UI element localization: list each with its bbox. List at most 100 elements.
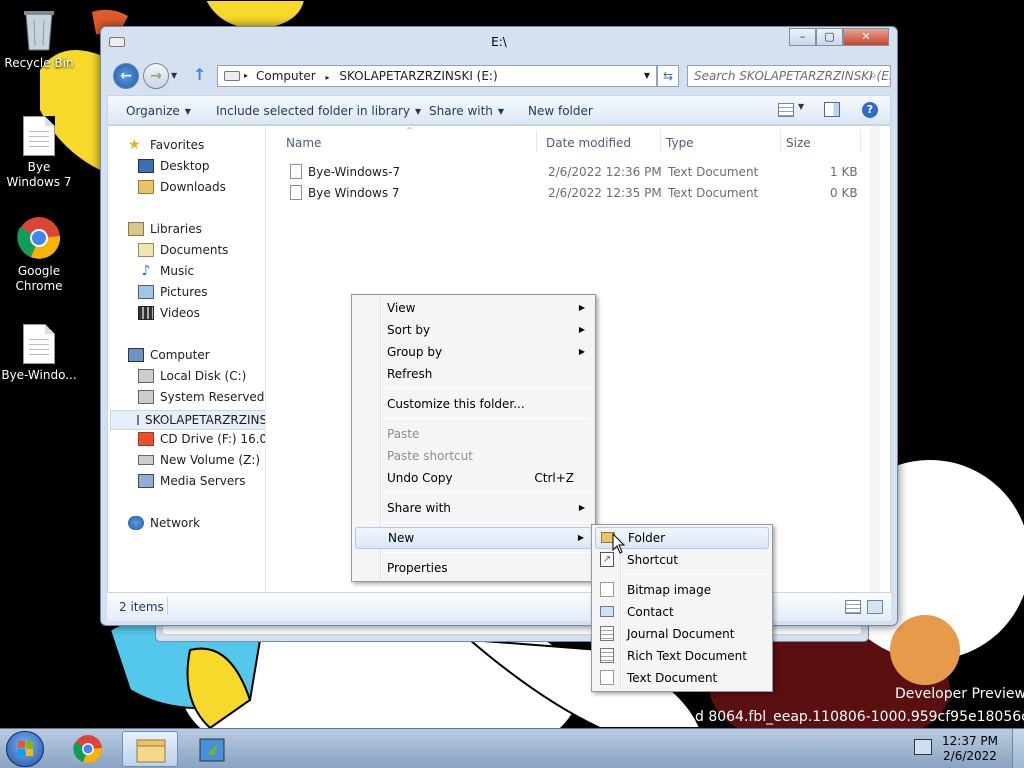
desktop-icon-recycle-bin[interactable]: Recycle Bin [0, 8, 78, 71]
menu-label: New [388, 531, 415, 545]
breadcrumb-drive[interactable]: SKOLAPETARZRZINSKI (E:) [339, 69, 497, 83]
minimize-button[interactable]: – [789, 28, 816, 46]
menu-item-refresh[interactable]: Refresh [355, 363, 592, 385]
file-size: 1 KB [830, 165, 858, 179]
menu-item-paste-shortcut[interactable]: Paste shortcut [355, 445, 592, 467]
menu-item-share-with[interactable]: Share with ▶ [355, 497, 592, 519]
removable-drive-icon [137, 415, 139, 425]
nav-label: Downloads [160, 180, 226, 194]
menu-item-new[interactable]: New ▶ [355, 527, 592, 549]
nav-libraries[interactable]: Libraries [128, 222, 202, 236]
include-label: Include selected folder in library [216, 104, 410, 118]
submenu-item-contact[interactable]: Contact [595, 601, 769, 623]
file-date: 2/6/2022 12:35 PM [548, 186, 662, 200]
breadcrumb-separator-icon[interactable]: ▸ [325, 73, 329, 82]
details-view-icon[interactable] [845, 600, 861, 614]
nav-documents[interactable]: Documents [138, 243, 228, 257]
breadcrumb-separator-icon[interactable]: ▸ [244, 66, 248, 86]
close-button[interactable]: ✕ [843, 28, 889, 46]
start-button[interactable] [6, 731, 44, 767]
include-in-library-button[interactable]: Include selected folder in library ▼ [216, 104, 421, 118]
column-header-name[interactable]: Name [286, 136, 321, 150]
share-with-button[interactable]: Share with ▼ [429, 104, 504, 118]
menu-item-undo-copy[interactable]: Undo Copy Ctrl+Z [355, 467, 592, 489]
media-server-icon [138, 474, 154, 488]
maximize-button[interactable]: ▢ [816, 28, 843, 46]
column-header-date[interactable]: Date modified [546, 136, 631, 150]
file-date: 2/6/2022 12:36 PM [548, 165, 662, 179]
preview-pane-icon[interactable] [824, 102, 840, 117]
file-row[interactable]: Bye-Windows-7 2/6/2022 12:36 PM Text Doc… [286, 162, 866, 182]
nav-pictures[interactable]: Pictures [138, 285, 208, 299]
forward-arrow-icon[interactable]: → [143, 63, 169, 89]
nav-music[interactable]: ♪ Music [138, 264, 195, 278]
nav-favorites[interactable]: ★ Favorites [128, 138, 204, 152]
office-disc-icon [138, 432, 154, 446]
nav-new-volume[interactable]: New Volume (Z:) [138, 453, 260, 467]
submenu-item-bitmap[interactable]: Bitmap image [595, 579, 769, 601]
menu-item-paste[interactable]: Paste [355, 423, 592, 445]
address-bar[interactable]: ▸ Computer ▸ SKOLAPETARZRZINSKI (E:) ▼ [217, 65, 657, 87]
nav-system-reserved[interactable]: System Reserved (D: [138, 390, 265, 404]
libraries-icon [128, 222, 144, 236]
nav-desktop[interactable]: Desktop [138, 159, 210, 173]
menu-label: Text Document [627, 671, 718, 685]
star-icon: ★ [128, 137, 141, 153]
menu-item-sort-by[interactable]: Sort by ▶ [355, 319, 592, 341]
submenu-item-rich-text[interactable]: Rich Text Document [595, 645, 769, 667]
nav-downloads[interactable]: Downloads [138, 180, 226, 194]
network-tray-icon[interactable] [914, 739, 932, 755]
taskbar-app-button[interactable] [184, 731, 240, 767]
submenu-item-text[interactable]: Text Document [595, 667, 769, 689]
title-bar[interactable]: E:\ – ▢ ✕ [101, 27, 897, 57]
large-icons-view-icon[interactable] [867, 600, 883, 614]
file-row[interactable]: Bye Windows 7 2/6/2022 12:35 PM Text Doc… [286, 183, 866, 203]
nav-label: Documents [160, 243, 229, 257]
organize-menu-button[interactable]: Organize ▼ [126, 104, 191, 118]
desktop-icon-google-chrome[interactable]: Google Chrome [0, 216, 78, 294]
nav-skolapetarzrzinski[interactable]: SKOLAPETARZRZINSKI [110, 410, 265, 430]
taskbar-explorer-button[interactable] [122, 731, 178, 767]
show-desktop-button[interactable] [1012, 729, 1024, 768]
sort-ascending-icon: ^ [406, 126, 413, 135]
menu-item-customize[interactable]: Customize this folder... [355, 393, 592, 415]
nav-videos[interactable]: Videos [138, 306, 200, 320]
help-icon[interactable]: ? [862, 102, 878, 118]
column-header-type[interactable]: Type [666, 136, 694, 150]
desktop-icon-bye-windows-doc[interactable]: Bye-Windo... [0, 324, 78, 383]
text-document-icon [290, 185, 302, 200]
nav-local-disk[interactable]: Local Disk (C:) [138, 369, 246, 383]
vertical-scrollbar[interactable] [870, 126, 880, 592]
rich-text-document-icon [600, 648, 614, 663]
chrome-icon [73, 735, 103, 763]
new-folder-button[interactable]: New folder [528, 104, 593, 118]
nav-cd-drive[interactable]: CD Drive (F:) 16.0.14 [138, 432, 265, 446]
recycle-bin-icon [22, 8, 56, 52]
nav-computer[interactable]: Computer [128, 348, 210, 362]
nav-network[interactable]: Network [128, 516, 200, 530]
column-header-size[interactable]: Size [786, 136, 811, 150]
recent-pages-chevron-icon[interactable]: ▼ [171, 71, 177, 80]
address-dropdown-chevron-icon[interactable]: ▼ [644, 66, 650, 86]
menu-item-properties[interactable]: Properties [355, 557, 592, 579]
desktop-icon-bye-windows-7[interactable]: Bye Windows 7 [0, 116, 78, 190]
change-view-icon[interactable] [778, 103, 794, 117]
taskbar-chrome-button[interactable] [60, 731, 116, 767]
view-dropdown-chevron-icon[interactable]: ▼ [798, 102, 804, 111]
search-icon[interactable]: ⌕ [870, 68, 877, 83]
chrome-icon [17, 216, 61, 260]
submenu-arrow-icon: ▶ [578, 303, 585, 312]
nav-media-servers[interactable]: Media Servers [138, 474, 245, 488]
breadcrumb-computer[interactable]: Computer [256, 69, 316, 83]
clock[interactable]: 12:37 PM 2/6/2022 [942, 734, 998, 764]
menu-item-view[interactable]: View ▶ [355, 297, 592, 319]
refresh-icon[interactable]: ⇆ [657, 65, 679, 87]
menu-item-group-by[interactable]: Group by ▶ [355, 341, 592, 363]
up-arrow-icon[interactable]: ↑ [193, 65, 206, 84]
organize-label: Organize [126, 104, 180, 118]
back-arrow-icon[interactable]: ← [113, 63, 139, 89]
submenu-item-journal[interactable]: Journal Document [595, 623, 769, 645]
desktop-icon-label: Recycle Bin [4, 56, 74, 70]
taskbar: 12:37 PM 2/6/2022 [0, 728, 1024, 768]
search-input[interactable]: Search SKOLAPETARZRZINSKI (E:) [687, 65, 891, 87]
